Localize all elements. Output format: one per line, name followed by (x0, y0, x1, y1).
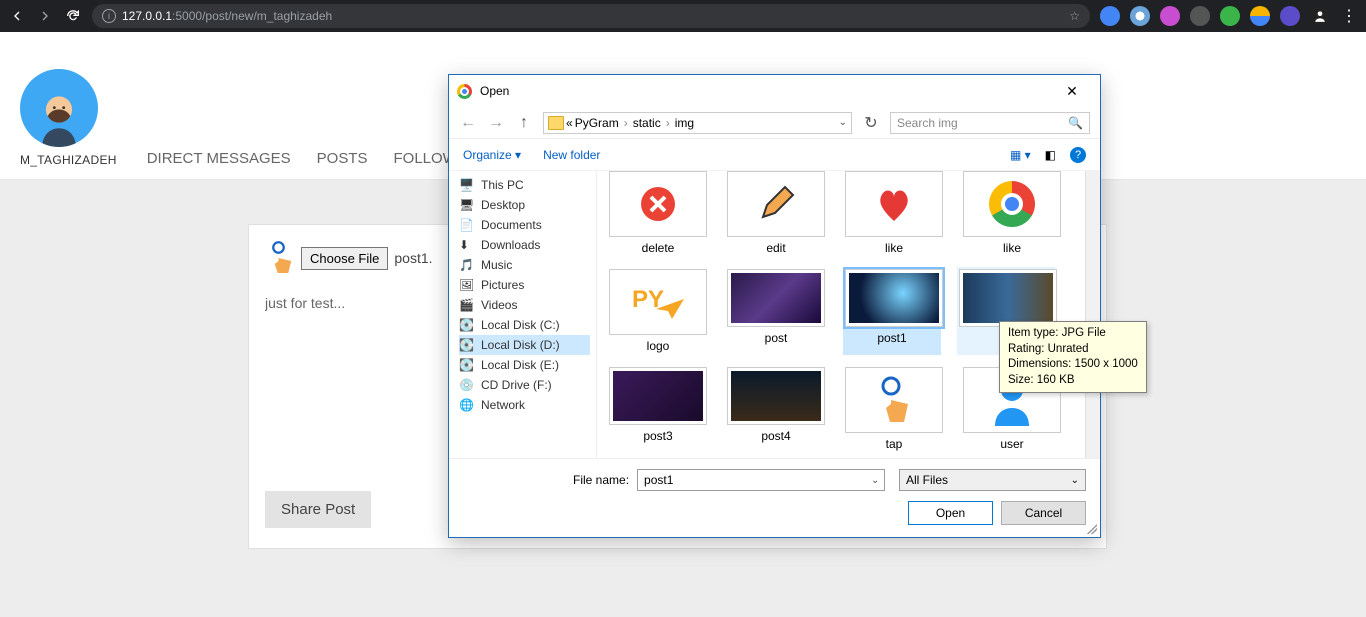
tree-item[interactable]: 🎵Music (459, 255, 596, 275)
resize-grip[interactable] (1087, 524, 1097, 534)
folder-tree[interactable]: 🖥️This PC🖥Desktop📄Documents⬇Downloads🎵Mu… (449, 171, 597, 458)
file-item[interactable]: like (845, 171, 943, 255)
file-item[interactable]: post3 (609, 367, 707, 451)
choose-file-button[interactable]: Choose File (301, 247, 388, 270)
search-input[interactable]: Search img🔍 (890, 112, 1090, 134)
file-item[interactable]: post (727, 269, 825, 353)
tree-item[interactable]: 📄Documents (459, 215, 596, 235)
search-icon: 🔍 (1068, 116, 1083, 130)
file-item[interactable]: PYlogo (609, 269, 707, 353)
dialog-title: Open (480, 84, 509, 98)
ext-icon[interactable] (1220, 6, 1240, 26)
nav-dm[interactable]: DIRECT MESSAGES (147, 150, 291, 167)
new-folder-button[interactable]: New folder (543, 148, 600, 162)
chrome-icon (457, 84, 472, 99)
site-info-icon[interactable]: i (102, 9, 116, 23)
tap-icon (265, 239, 295, 277)
file-item[interactable]: tap (845, 367, 943, 451)
browser-toolbar: i 127.0.0.1:5000/post/new/m_taghizadeh ☆… (0, 0, 1366, 32)
ext-icon[interactable] (1280, 6, 1300, 26)
ext-icon[interactable] (1250, 6, 1270, 26)
file-tooltip: Item type: JPG File Rating: Unrated Dime… (999, 321, 1147, 393)
file-item[interactable]: edit (727, 171, 825, 255)
tree-item[interactable]: 💿CD Drive (F:) (459, 375, 596, 395)
tree-item[interactable]: 🌐Network (459, 395, 596, 415)
open-button[interactable]: Open (908, 501, 993, 525)
file-type-filter[interactable]: All Files⌄ (899, 469, 1086, 491)
username-label: M_TAGHIZADEH (20, 153, 117, 167)
ext-icon[interactable] (1160, 6, 1180, 26)
ext-icon[interactable] (1100, 6, 1120, 26)
filename-input[interactable] (637, 469, 885, 491)
back-button[interactable] (8, 7, 26, 25)
file-item[interactable]: post1 (843, 267, 941, 355)
chosen-filename: post1. (394, 250, 432, 266)
refresh-button[interactable]: ↻ (862, 113, 880, 133)
help-icon[interactable]: ? (1070, 147, 1086, 163)
profile-icon[interactable] (1310, 6, 1330, 26)
tree-item[interactable]: 🖥Desktop (459, 195, 596, 215)
tree-item[interactable]: 💽Local Disk (C:) (459, 315, 596, 335)
file-item[interactable]: like (963, 171, 1061, 255)
nav-posts[interactable]: POSTS (317, 150, 368, 167)
file-open-dialog: Open ✕ ← → ↑ « PyGram› static› img ⌄ ↻ S… (448, 74, 1101, 538)
folder-icon (548, 116, 564, 130)
nav-back[interactable]: ← (459, 114, 477, 132)
menu-button[interactable]: ⋮ (1340, 7, 1358, 25)
file-grid: deleteeditlikelikePYlogopostpost1post3po… (597, 171, 1085, 458)
file-item[interactable]: delete (609, 171, 707, 255)
tree-item[interactable]: 🖼Pictures (459, 275, 596, 295)
close-button[interactable]: ✕ (1052, 83, 1092, 100)
cancel-button[interactable]: Cancel (1001, 501, 1086, 525)
preview-toggle[interactable]: ◧ (1045, 148, 1056, 162)
tree-item[interactable]: 🎬Videos (459, 295, 596, 315)
tree-item[interactable]: ⬇Downloads (459, 235, 596, 255)
filename-label: File name: (573, 473, 629, 487)
tree-item[interactable]: 💽Local Disk (D:) (459, 335, 590, 355)
tree-item[interactable]: 🖥️This PC (459, 175, 596, 195)
share-post-button[interactable]: Share Post (265, 491, 371, 528)
nav-up[interactable]: ↑ (515, 114, 533, 132)
address-bar[interactable]: i 127.0.0.1:5000/post/new/m_taghizadeh ☆ (92, 4, 1090, 28)
file-item[interactable]: post4 (727, 367, 825, 451)
tree-item[interactable]: 💽Local Disk (E:) (459, 355, 596, 375)
nav-fwd[interactable]: → (487, 114, 505, 132)
breadcrumb[interactable]: « PyGram› static› img ⌄ (543, 112, 852, 134)
organize-menu[interactable]: Organize ▾ (463, 148, 521, 162)
scrollbar[interactable] (1085, 171, 1100, 458)
reload-button[interactable] (64, 7, 82, 25)
forward-button[interactable] (36, 7, 54, 25)
view-menu[interactable]: ▦ ▾ (1010, 148, 1031, 162)
avatar[interactable] (20, 69, 98, 147)
ext-icon[interactable] (1190, 6, 1210, 26)
ext-icon[interactable] (1130, 6, 1150, 26)
